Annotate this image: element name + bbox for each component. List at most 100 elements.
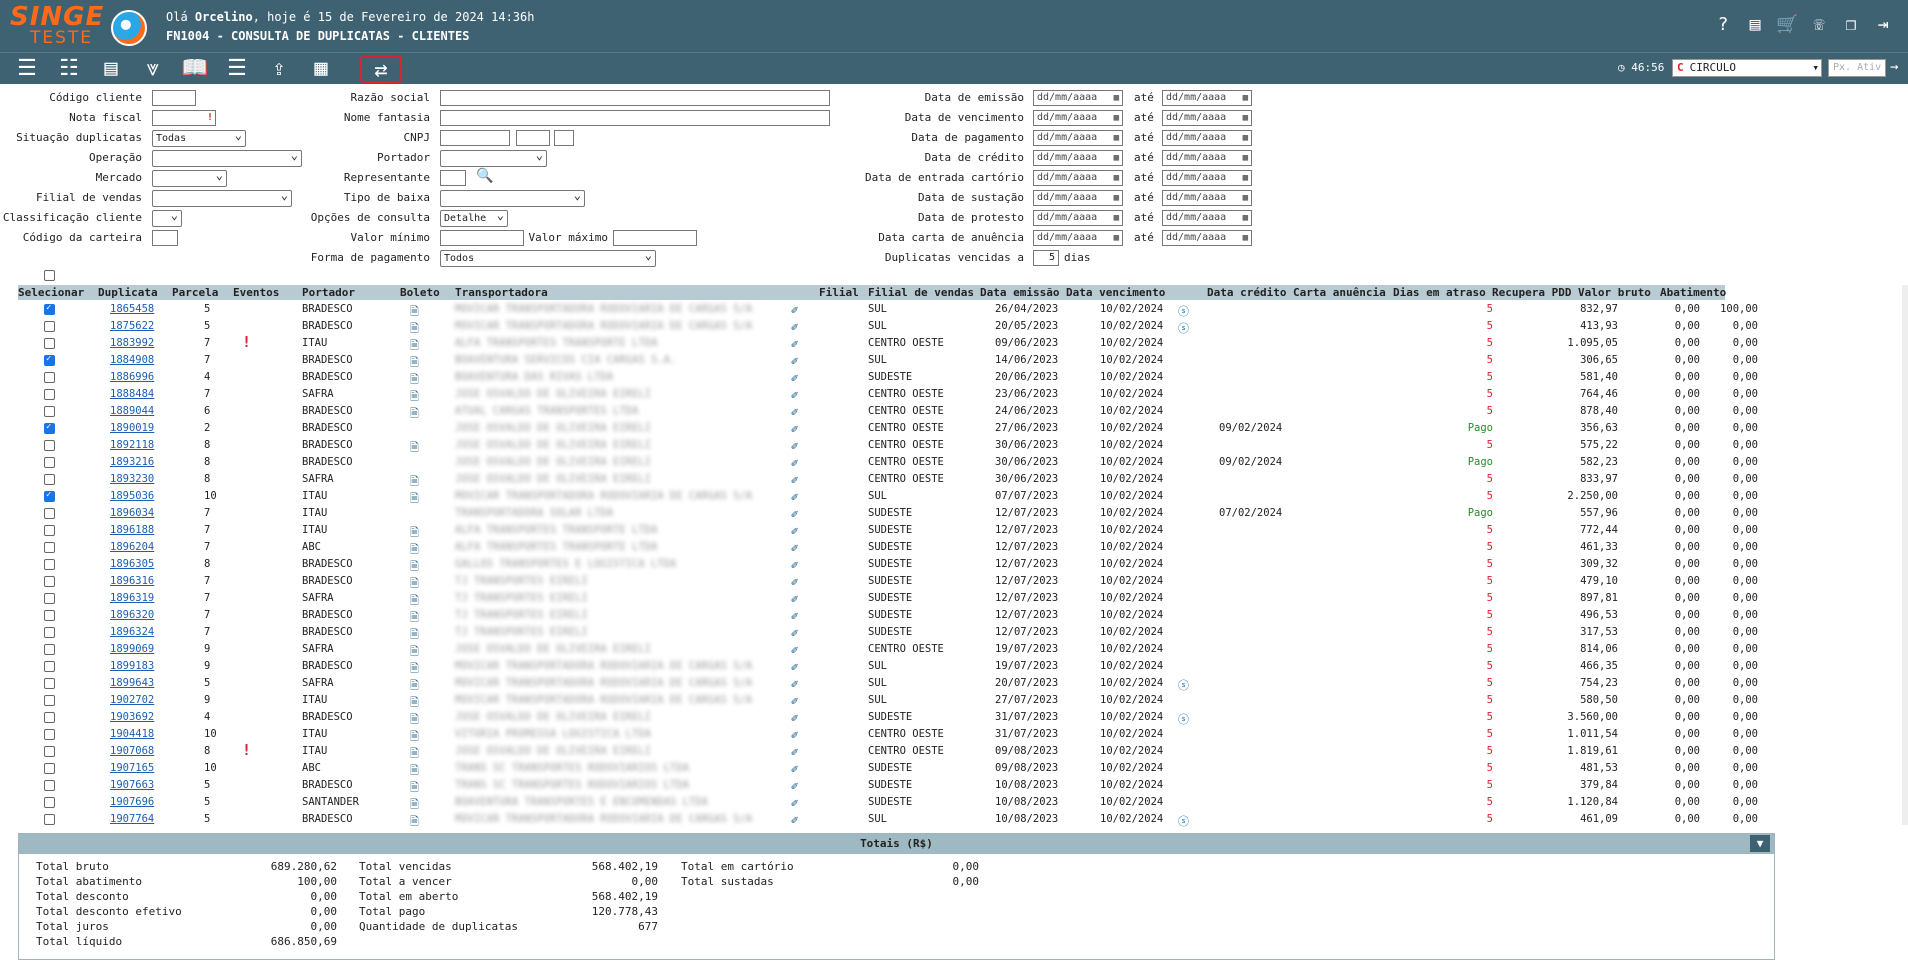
razao-social-input[interactable] — [440, 90, 830, 106]
table-scrollbar[interactable] — [1902, 285, 1908, 825]
row-select-checkbox[interactable] — [44, 474, 55, 485]
cnpj-digit-input[interactable] — [554, 130, 574, 146]
col-filial[interactable]: Filial — [819, 286, 859, 299]
info-dollar-icon[interactable]: ⓢ — [1178, 813, 1189, 829]
row-select-checkbox[interactable] — [44, 525, 55, 536]
duplicata-link[interactable]: 1896324 — [110, 626, 154, 638]
row-select-checkbox[interactable] — [44, 559, 55, 570]
send-email-icon[interactable]: ✐ — [791, 575, 798, 589]
checklist-icon[interactable]: ☷ — [52, 55, 86, 83]
send-email-icon[interactable]: ✐ — [791, 405, 798, 419]
send-email-icon[interactable]: ✐ — [791, 779, 798, 793]
help-icon[interactable]: ? — [1712, 14, 1734, 36]
date-filter-7-to[interactable]: dd/mm/aaaa — [1162, 230, 1252, 246]
double-chevron-down-icon[interactable]: ⩔ — [136, 55, 170, 83]
send-email-icon[interactable]: ✐ — [791, 762, 798, 776]
operacao-select[interactable] — [152, 148, 302, 167]
send-email-icon[interactable]: ✐ — [791, 439, 798, 453]
col-duplicata[interactable]: Duplicata — [98, 286, 158, 299]
send-email-icon[interactable]: ✐ — [791, 303, 798, 317]
row-select-checkbox[interactable] — [44, 372, 55, 383]
send-email-icon[interactable]: ✐ — [791, 337, 798, 351]
info-dollar-icon[interactable]: ⓢ — [1178, 711, 1189, 727]
col-carta-anuencia[interactable]: Carta anuência — [1293, 286, 1386, 299]
col-boleto[interactable]: Boleto — [400, 286, 440, 299]
cnpj-root-input[interactable] — [440, 130, 510, 146]
list-icon[interactable]: ☰ — [10, 55, 44, 83]
send-email-icon[interactable]: ✐ — [791, 643, 798, 657]
duplicata-link[interactable]: 1889044 — [110, 405, 154, 417]
date-filter-1-to[interactable]: dd/mm/aaaa — [1162, 110, 1252, 126]
portador-select[interactable] — [440, 148, 547, 167]
date-filter-2-from[interactable]: dd/mm/aaaa — [1033, 130, 1123, 146]
duplicata-link[interactable]: 1907068 — [110, 745, 154, 757]
row-select-checkbox[interactable] — [44, 814, 55, 825]
duplicata-link[interactable]: 1907663 — [110, 779, 154, 791]
send-email-icon[interactable]: ✐ — [791, 320, 798, 334]
row-select-checkbox[interactable] — [44, 593, 55, 604]
duplicata-link[interactable]: 1892118 — [110, 439, 154, 451]
row-select-checkbox[interactable] — [44, 406, 55, 417]
search-icon[interactable]: 🔍 — [476, 168, 493, 184]
send-email-icon[interactable]: ✐ — [791, 626, 798, 640]
col-parcela[interactable]: Parcela — [172, 286, 218, 299]
info-dollar-icon[interactable]: ⓢ — [1178, 320, 1189, 336]
boleto-document-icon[interactable]: 🗎 — [410, 813, 419, 832]
duplicata-link[interactable]: 1896188 — [110, 524, 154, 536]
col-eventos[interactable]: Eventos — [233, 286, 279, 299]
send-email-icon[interactable]: ✐ — [791, 422, 798, 436]
codigo-cliente-input[interactable] — [152, 90, 196, 106]
duplicata-link[interactable]: 1886996 — [110, 371, 154, 383]
px-ativ-input[interactable]: Px. Ativ — [1828, 59, 1886, 77]
duplicata-link[interactable]: 1893230 — [110, 473, 154, 485]
row-select-checkbox[interactable] — [44, 797, 55, 808]
duplicata-link[interactable]: 1896316 — [110, 575, 154, 587]
send-email-icon[interactable]: ✐ — [791, 796, 798, 810]
row-select-checkbox[interactable] — [44, 644, 55, 655]
duplicata-link[interactable]: 1888484 — [110, 388, 154, 400]
duplicata-link[interactable]: 1907165 — [110, 762, 154, 774]
duplicata-link[interactable]: 1883992 — [110, 337, 154, 349]
duplicata-link[interactable]: 1875622 — [110, 320, 154, 332]
send-email-icon[interactable]: ✐ — [791, 456, 798, 470]
send-email-icon[interactable]: ✐ — [791, 711, 798, 725]
row-select-checkbox[interactable] — [44, 457, 55, 468]
col-portador[interactable]: Portador — [302, 286, 355, 299]
send-email-icon[interactable]: ✐ — [791, 813, 798, 827]
cnpj-branch-input[interactable] — [516, 130, 550, 146]
row-select-checkbox[interactable] — [44, 576, 55, 587]
windows-icon[interactable]: ❐ — [1840, 14, 1862, 36]
duplicata-link[interactable]: 1904418 — [110, 728, 154, 740]
logout-icon[interactable]: ⇥ — [1872, 14, 1894, 36]
col-abatimento[interactable]: Abatimento — [1660, 286, 1726, 299]
codigo-carteira-input[interactable] — [152, 230, 178, 246]
date-filter-5-to[interactable]: dd/mm/aaaa — [1162, 190, 1252, 206]
duplicata-link[interactable]: 1865458 — [110, 303, 154, 315]
filial-vendas-select[interactable] — [152, 188, 292, 207]
duplicata-link[interactable]: 1896204 — [110, 541, 154, 553]
row-select-checkbox[interactable] — [44, 678, 55, 689]
col-data-emissao[interactable]: Data emissão — [980, 286, 1059, 299]
send-email-icon[interactable]: ✐ — [791, 558, 798, 572]
row-select-checkbox[interactable] — [44, 338, 55, 349]
vencidas-days-input[interactable]: 5 — [1033, 250, 1059, 266]
duplicata-link[interactable]: 1907764 — [110, 813, 154, 825]
send-email-icon[interactable]: ✐ — [791, 728, 798, 742]
tipo-baixa-select[interactable] — [440, 188, 585, 207]
col-dias-atraso[interactable]: Dias em atraso — [1393, 286, 1486, 299]
duplicata-link[interactable]: 1896034 — [110, 507, 154, 519]
send-email-icon[interactable]: ✐ — [791, 609, 798, 623]
send-email-icon[interactable]: ✐ — [791, 354, 798, 368]
row-select-checkbox[interactable] — [44, 661, 55, 672]
date-filter-6-to[interactable]: dd/mm/aaaa — [1162, 210, 1252, 226]
duplicata-link[interactable]: 1896320 — [110, 609, 154, 621]
row-select-checkbox[interactable] — [44, 542, 55, 553]
classificacao-select[interactable] — [152, 208, 182, 227]
send-email-icon[interactable]: ✐ — [791, 694, 798, 708]
date-filter-4-from[interactable]: dd/mm/aaaa — [1033, 170, 1123, 186]
cart-icon[interactable]: 🛒 — [1776, 14, 1798, 36]
situacao-select[interactable]: Todas — [152, 128, 246, 147]
row-select-checkbox[interactable] — [44, 303, 55, 315]
row-select-checkbox[interactable] — [44, 422, 55, 434]
document-icon[interactable]: ▤ — [1744, 14, 1766, 36]
